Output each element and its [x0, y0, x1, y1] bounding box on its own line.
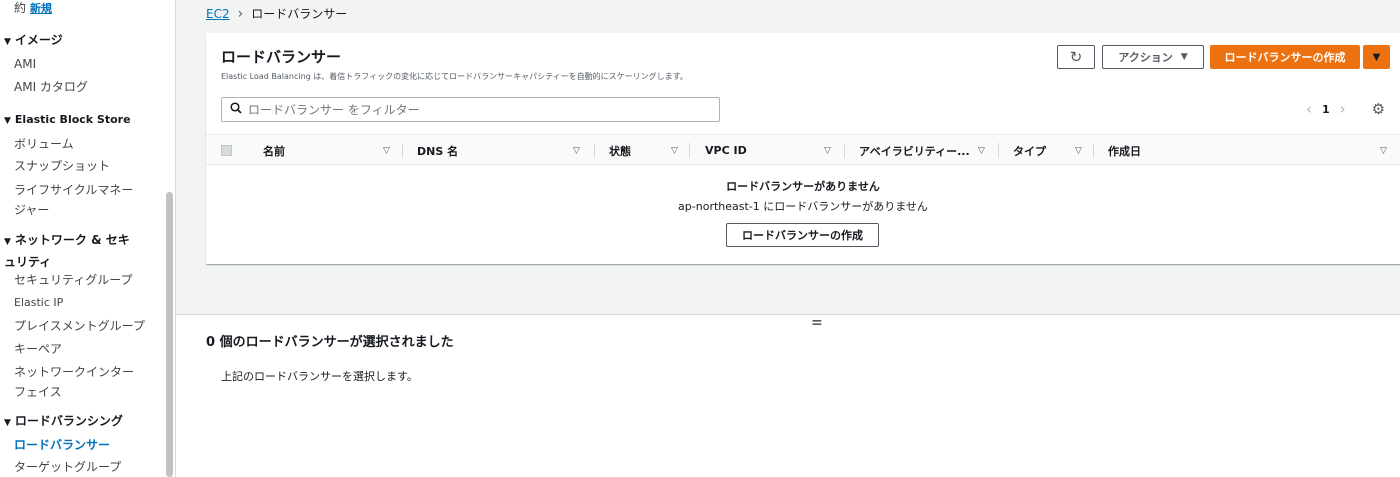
chevron-right-icon: ›	[237, 5, 244, 22]
column-divider[interactable]	[594, 143, 595, 158]
column-divider[interactable]	[844, 143, 845, 158]
sort-down-icon[interactable]: ▽	[978, 146, 985, 156]
filter-input[interactable]	[248, 102, 708, 117]
column-header-created[interactable]: 作成日 ▽	[1108, 135, 1388, 166]
column-header-type[interactable]: タイプ ▽	[1013, 135, 1093, 166]
caret-down-icon: ▼	[4, 37, 11, 47]
sidebar-item-lifecycle-manager[interactable]: ライフサイクルマネージャー	[14, 180, 139, 220]
column-divider[interactable]	[998, 143, 999, 158]
sidebar-item-ami[interactable]: AMI	[14, 54, 154, 74]
sidebar-scrollbar-thumb[interactable]	[166, 192, 173, 477]
sidebar-item-ami-catalog[interactable]: AMI カタログ	[14, 77, 154, 97]
sidebar-section-network-security[interactable]: ▼ ネットワーク & セキュリティ	[4, 230, 139, 272]
sidebar-item-load-balancers[interactable]: ロードバランサー	[14, 435, 154, 455]
page-number[interactable]: 1	[1322, 103, 1330, 116]
sidebar-item-volumes[interactable]: ボリューム	[14, 134, 154, 154]
new-badge[interactable]: 新規	[30, 2, 52, 15]
sidebar-item-network-interfaces[interactable]: ネットワークインターフェイス	[14, 362, 139, 402]
sort-down-icon[interactable]: ▽	[573, 146, 580, 156]
sidebar-item-truncated[interactable]: 約新規	[14, 0, 154, 19]
sidebar-item-placement-groups[interactable]: プレイスメントグループ	[14, 316, 154, 336]
column-divider[interactable]	[1093, 143, 1094, 158]
load-balancers-panel: ロードバランサー Elastic Load Balancing は、着信トラフィ…	[206, 33, 1400, 264]
caret-down-icon: ▼	[4, 116, 11, 126]
sidebar-item-label: 約	[14, 1, 27, 15]
sort-down-icon[interactable]: ▽	[1380, 146, 1387, 156]
sidebar-item-snapshots[interactable]: スナップショット	[14, 156, 154, 176]
refresh-icon: ↻	[1069, 48, 1083, 66]
breadcrumb: EC2 › ロードバランサー	[206, 5, 347, 22]
search-icon	[230, 102, 242, 117]
sidebar-item-security-groups[interactable]: セキュリティグループ	[14, 270, 154, 290]
table-header: 名前 ▽ DNS 名 ▽ 状態 ▽ VPC ID ▽ アベイラビリティー...	[206, 134, 1400, 165]
sidebar-item-key-pairs[interactable]: キーペア	[14, 339, 154, 359]
selection-title: 0 個のロードバランサーが選択されました	[206, 335, 454, 350]
sidebar-item-elastic-ip[interactable]: Elastic IP	[14, 293, 154, 313]
sidebar: 約新規 ▼ イメージ AMI AMI カタログ ▼ Elastic Block St…	[0, 0, 176, 477]
caret-down-icon: ▼	[1180, 52, 1188, 62]
sidebar-section-load-balancing[interactable]: ▼ ロードバランシング	[4, 411, 154, 433]
resize-handle-icon[interactable]: =	[811, 315, 823, 331]
sidebar-item-target-groups[interactable]: ターゲットグループ	[14, 457, 154, 477]
panel-description: Elastic Load Balancing は、着信トラフィックの変化に応じて…	[221, 72, 688, 81]
sort-down-icon[interactable]: ▽	[671, 146, 678, 156]
main-content: EC2 › ロードバランサー ロードバランサー Elastic Load Bal…	[176, 0, 1400, 477]
split-panel: = 0 個のロードバランサーが選択されました 上記のロードバランサーを選択します…	[176, 315, 1400, 477]
next-page-icon[interactable]: ›	[1340, 100, 1346, 118]
sort-down-icon[interactable]: ▽	[383, 146, 390, 156]
sort-down-icon[interactable]: ▽	[1075, 146, 1082, 156]
caret-down-icon: ▼	[1372, 51, 1381, 63]
empty-state-create-button[interactable]: ロードバランサーの作成	[726, 223, 879, 247]
actions-button[interactable]: アクション ▼	[1102, 45, 1204, 69]
create-load-balancer-button[interactable]: ロードバランサーの作成	[1210, 45, 1360, 69]
empty-state-title: ロードバランサーがありません	[726, 180, 880, 193]
breadcrumb-current: ロードバランサー	[251, 7, 348, 21]
previous-page-icon[interactable]: ‹	[1306, 100, 1312, 118]
column-header-state[interactable]: 状態 ▽	[609, 135, 689, 166]
sidebar-section-ebs[interactable]: ▼ Elastic Block Store	[4, 110, 154, 131]
refresh-button[interactable]: ↻	[1057, 45, 1095, 69]
page-title: ロードバランサー	[221, 48, 342, 66]
column-divider[interactable]	[689, 143, 690, 158]
column-header-vpc-id[interactable]: VPC ID ▽	[705, 135, 840, 166]
column-header-availability-zones[interactable]: アベイラビリティー... ▽	[859, 135, 999, 166]
column-header-dns-name[interactable]: DNS 名 ▽	[417, 135, 592, 166]
filter-field[interactable]	[221, 97, 720, 122]
caret-down-icon: ▼	[4, 418, 11, 428]
select-all-checkbox[interactable]	[221, 145, 232, 156]
caret-down-icon: ▼	[4, 237, 11, 247]
selection-hint: 上記のロードバランサーを選択します。	[221, 370, 418, 383]
create-dropdown-button[interactable]: ▼	[1363, 45, 1390, 69]
column-header-name[interactable]: 名前 ▽	[263, 135, 391, 166]
pagination: ‹ 1 › ⚙	[1296, 100, 1385, 118]
sidebar-section-images[interactable]: ▼ イメージ	[4, 30, 154, 52]
breadcrumb-ec2-link[interactable]: EC2	[206, 7, 230, 21]
empty-state-subtitle: ap-northeast-1 にロードバランサーがありません	[678, 200, 928, 213]
column-divider[interactable]	[402, 143, 403, 158]
sort-down-icon[interactable]: ▽	[824, 146, 831, 156]
settings-gear-icon[interactable]: ⚙	[1372, 100, 1385, 118]
